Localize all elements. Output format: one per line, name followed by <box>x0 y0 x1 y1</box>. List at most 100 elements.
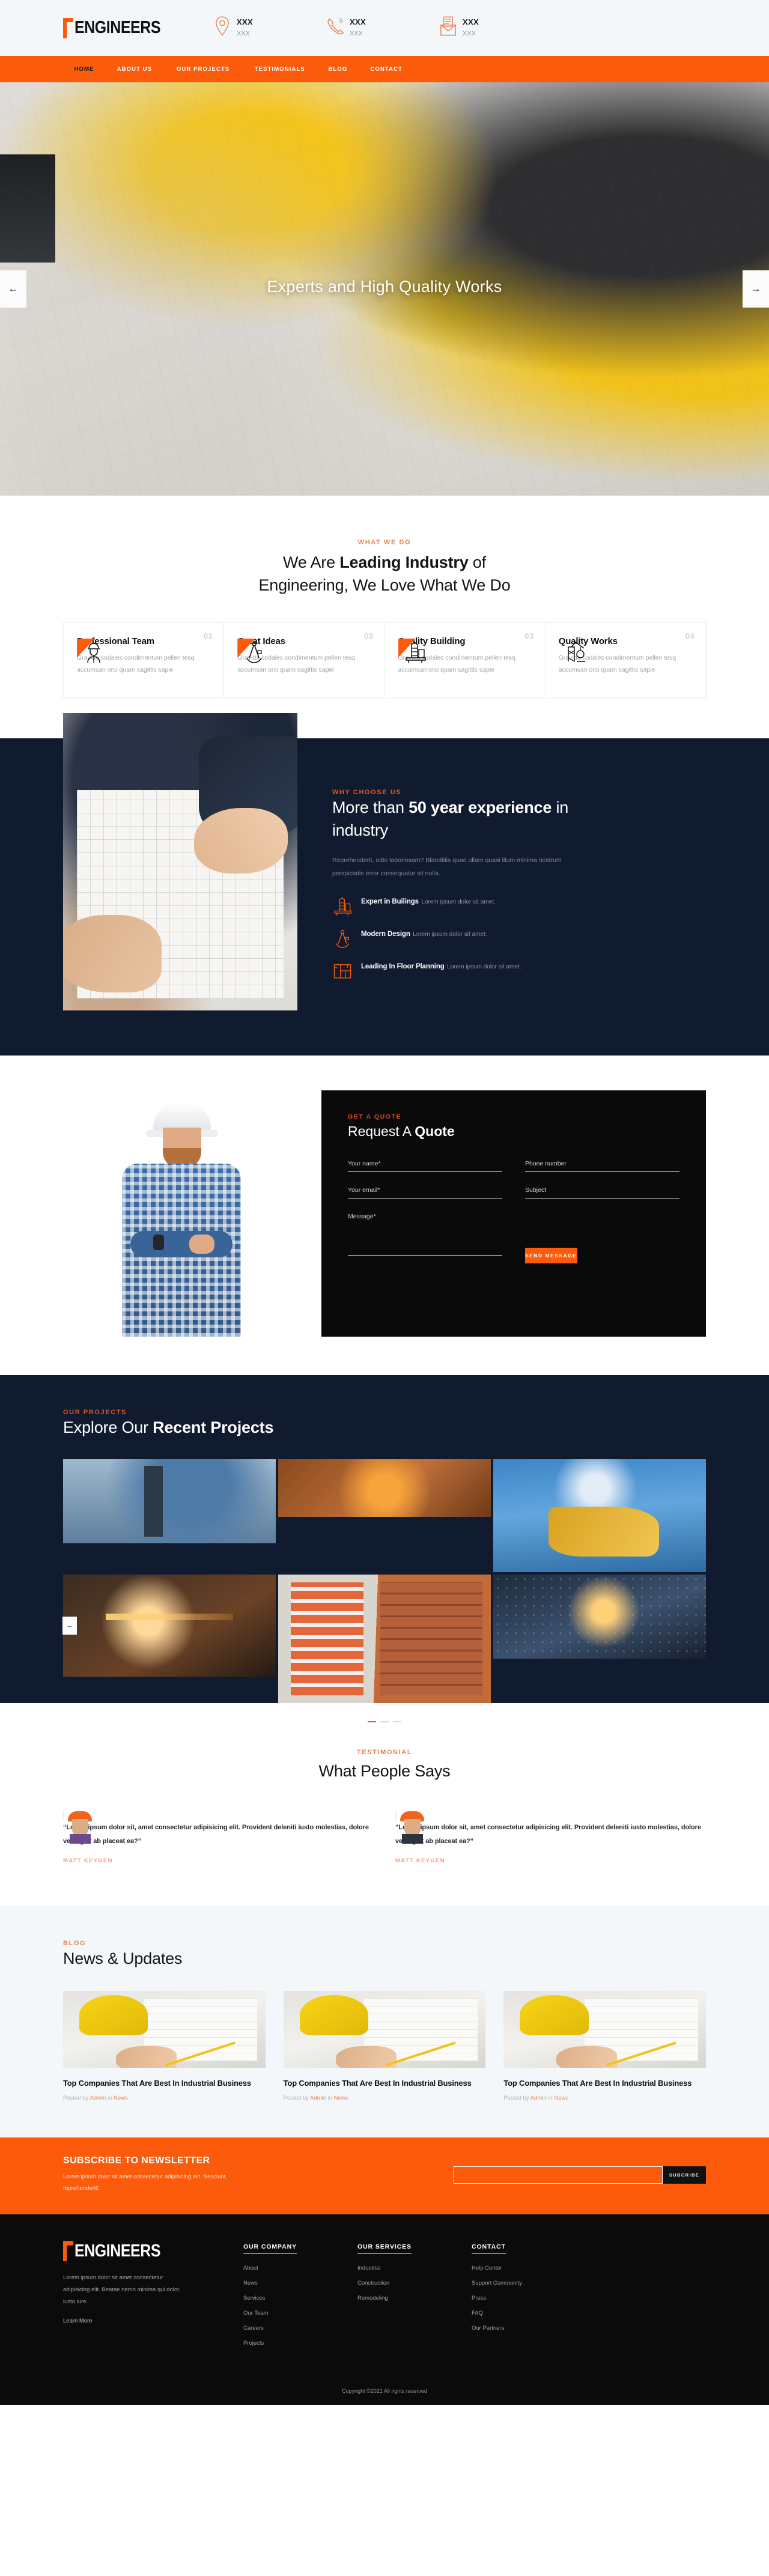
testimonial-card: “Lorem ipsum dolor sit, amet consectetur… <box>63 1809 374 1864</box>
testimonials-tag: TESTIMONIAL <box>356 1748 413 1756</box>
oil-rig-icon <box>332 896 353 916</box>
nav-item-contact[interactable]: CONTACT <box>360 65 412 73</box>
project-thumbnail[interactable] <box>278 1574 491 1703</box>
why-choose-us-desc: Reprehenderit, odio laboriosam? Blanditi… <box>332 857 562 878</box>
footer-link-our-partners[interactable]: Our Partners <box>472 2325 586 2331</box>
title-pre: We Are <box>283 553 340 571</box>
nav-item-about-us[interactable]: ABOUT US <box>108 65 162 73</box>
contact-phone-value: XXX <box>350 17 366 27</box>
footer-link-construction[interactable]: Construction <box>357 2280 472 2286</box>
pagination-dot[interactable] <box>393 1721 401 1722</box>
projects-prev-arrow-icon[interactable]: ← <box>62 1616 77 1635</box>
footer-link-industrial[interactable]: Industrial <box>357 2265 472 2271</box>
meta-author[interactable]: Admin <box>90 2095 106 2101</box>
blog-post-meta: Posted by Admin in News <box>503 2095 706 2101</box>
footer-link-support-community[interactable]: Support Community <box>472 2280 586 2286</box>
pagination-dot[interactable] <box>380 1721 389 1722</box>
meta-author[interactable]: Admin <box>530 2095 547 2101</box>
meta-prefix: Posted by <box>283 2095 311 2102</box>
footer-logo[interactable]: ENGINEERS <box>63 2241 243 2262</box>
blog-post-meta: Posted by Admin in News <box>284 2095 486 2101</box>
footer-link-our-team[interactable]: Our Team <box>243 2310 357 2316</box>
quote-field-subject[interactable]: Subject <box>525 1186 679 1198</box>
feature-sub: Lorem ipsum dolor sit amet. <box>413 931 487 938</box>
quote-label-subject: Subject <box>525 1186 547 1194</box>
title-post: of <box>468 553 486 571</box>
quote-field-email[interactable]: Your email* <box>348 1186 502 1198</box>
blog-post-card[interactable]: Top Companies That Are Best In Industria… <box>63 1990 266 2101</box>
meta-author[interactable]: Admin <box>310 2095 326 2101</box>
meta-category[interactable]: News <box>554 2095 568 2101</box>
projects-tag: OUR PROJECTS <box>63 1408 127 1416</box>
footer-link-services[interactable]: Services <box>243 2295 357 2301</box>
title-bold: 50 year experience <box>409 798 552 816</box>
topbar: ENGINEERS XXX XXX XXX XXX XXX XXX <box>0 0 769 56</box>
blog-post-card[interactable]: Top Companies That Are Best In Industria… <box>503 1990 707 2101</box>
contact-item-phone[interactable]: XXX XXX <box>326 16 439 40</box>
projects-grid: ← <box>62 1459 706 1703</box>
nav-item-home[interactable]: HOME <box>65 65 103 73</box>
quote-field-name[interactable]: Your name* <box>348 1160 502 1172</box>
footer-link-faq[interactable]: FAQ <box>472 2310 586 2316</box>
what-we-do-tag: WHAT WE DO <box>357 539 412 546</box>
send-message-button[interactable]: SEND MESSAGE <box>525 1247 577 1263</box>
service-card-professional-team[interactable]: 01 Professional Team Gravida sodales con… <box>63 622 225 697</box>
newsletter-email-input[interactable] <box>454 2166 663 2184</box>
quote-label-name: Your name* <box>348 1159 381 1167</box>
quote-field-phone[interactable]: Phone number <box>525 1160 679 1172</box>
footer-brand: ENGINEERS Lorem ipsum dolor sit amet con… <box>63 2241 243 2355</box>
title-bold: Quote <box>415 1123 455 1139</box>
footer-link-projects[interactable]: Projects <box>243 2340 357 2347</box>
main-navigation: HOME ABOUT US OUR PROJECTS TESTIMONIALS … <box>0 56 769 82</box>
nav-item-our-projects[interactable]: OUR PROJECTS <box>167 65 239 73</box>
service-card-great-ideas[interactable]: 02 Great Ideas Gravida sodales condiment… <box>224 622 385 697</box>
contact-item-email[interactable]: XXX XXX <box>439 16 552 40</box>
service-card-quality-works[interactable]: 04 Quality Works Gravida sodales condime… <box>545 622 706 697</box>
quote-label-phone: Phone number <box>525 1159 567 1167</box>
project-thumbnail[interactable] <box>278 1459 491 1517</box>
footer-link-press[interactable]: Press <box>472 2295 586 2301</box>
project-thumbnail[interactable] <box>493 1574 706 1659</box>
footer-link-remodeling[interactable]: Remodeling <box>357 2295 472 2301</box>
contact-phone-sub: XXX <box>350 30 363 38</box>
meta-category[interactable]: News <box>114 2095 128 2101</box>
project-thumbnail[interactable] <box>493 1459 706 1572</box>
blog-post-card[interactable]: Top Companies That Are Best In Industria… <box>283 1990 486 2101</box>
footer-learn-more-link[interactable]: Learn More <box>63 2318 93 2324</box>
footer-link-help-center[interactable]: Help Center <box>472 2265 586 2271</box>
meta-category[interactable]: News <box>334 2095 348 2101</box>
project-thumbnail[interactable] <box>63 1574 276 1677</box>
quote-person-image <box>63 1090 321 1337</box>
footer-column-heading: CONTACT <box>472 2243 506 2255</box>
footer-link-news[interactable]: News <box>243 2280 357 2286</box>
site-logo[interactable]: ENGINEERS <box>63 17 213 38</box>
feature-item-expert-in-buildings[interactable]: Expert in Builings Lorem ipsum dolor sit… <box>332 896 591 916</box>
quote-form-panel: GET A QUOTE Request A Quote Your name* P… <box>321 1090 706 1337</box>
contact-item-address[interactable]: XXX XXX <box>213 16 326 40</box>
footer-link-about[interactable]: About <box>243 2265 357 2271</box>
newsletter-subscribe-button[interactable]: SUBCRIBE <box>663 2166 706 2184</box>
blog-post-title: Top Companies That Are Best In Industria… <box>283 2078 472 2088</box>
site-footer: ENGINEERS Lorem ipsum dolor sit amet con… <box>0 2214 769 2405</box>
hero-laptop-shape <box>0 154 55 263</box>
nav-item-blog[interactable]: BLOG <box>319 65 357 73</box>
quote-label-email: Your email* <box>348 1186 380 1194</box>
meta-prefix: Posted by <box>503 2095 530 2102</box>
pagination-dot[interactable] <box>368 1721 376 1722</box>
feature-item-modern-design[interactable]: Modern Design Lorem ipsum dolor sit amet… <box>332 928 591 949</box>
footer-column-contact: CONTACT Help Center Support Community Pr… <box>472 2241 586 2355</box>
feature-item-floor-planning[interactable]: Leading In Floor Planning Lorem ipsum do… <box>332 961 591 981</box>
quote-label-message: Message* <box>348 1212 376 1220</box>
service-card-quality-building[interactable]: 03 Quality Building Gravida sodales cond… <box>384 622 546 697</box>
nav-item-testimonials[interactable]: TESTIMONIALS <box>245 65 314 73</box>
quote-field-message[interactable]: Message* <box>348 1213 502 1263</box>
footer-link-careers[interactable]: Careers <box>243 2325 357 2331</box>
blog-post-thumbnail <box>283 1990 486 2068</box>
blog-post-title: Top Companies That Are Best In Industria… <box>63 2078 251 2088</box>
service-card-number: 01 <box>203 631 213 640</box>
newsletter-subtitle: Lorem ipsum dolor sit amet consectetur a… <box>63 2174 227 2192</box>
service-card-number: 03 <box>524 631 534 640</box>
input-underline <box>525 1171 679 1172</box>
project-thumbnail[interactable] <box>63 1459 276 1543</box>
envelope-icon <box>439 16 457 37</box>
